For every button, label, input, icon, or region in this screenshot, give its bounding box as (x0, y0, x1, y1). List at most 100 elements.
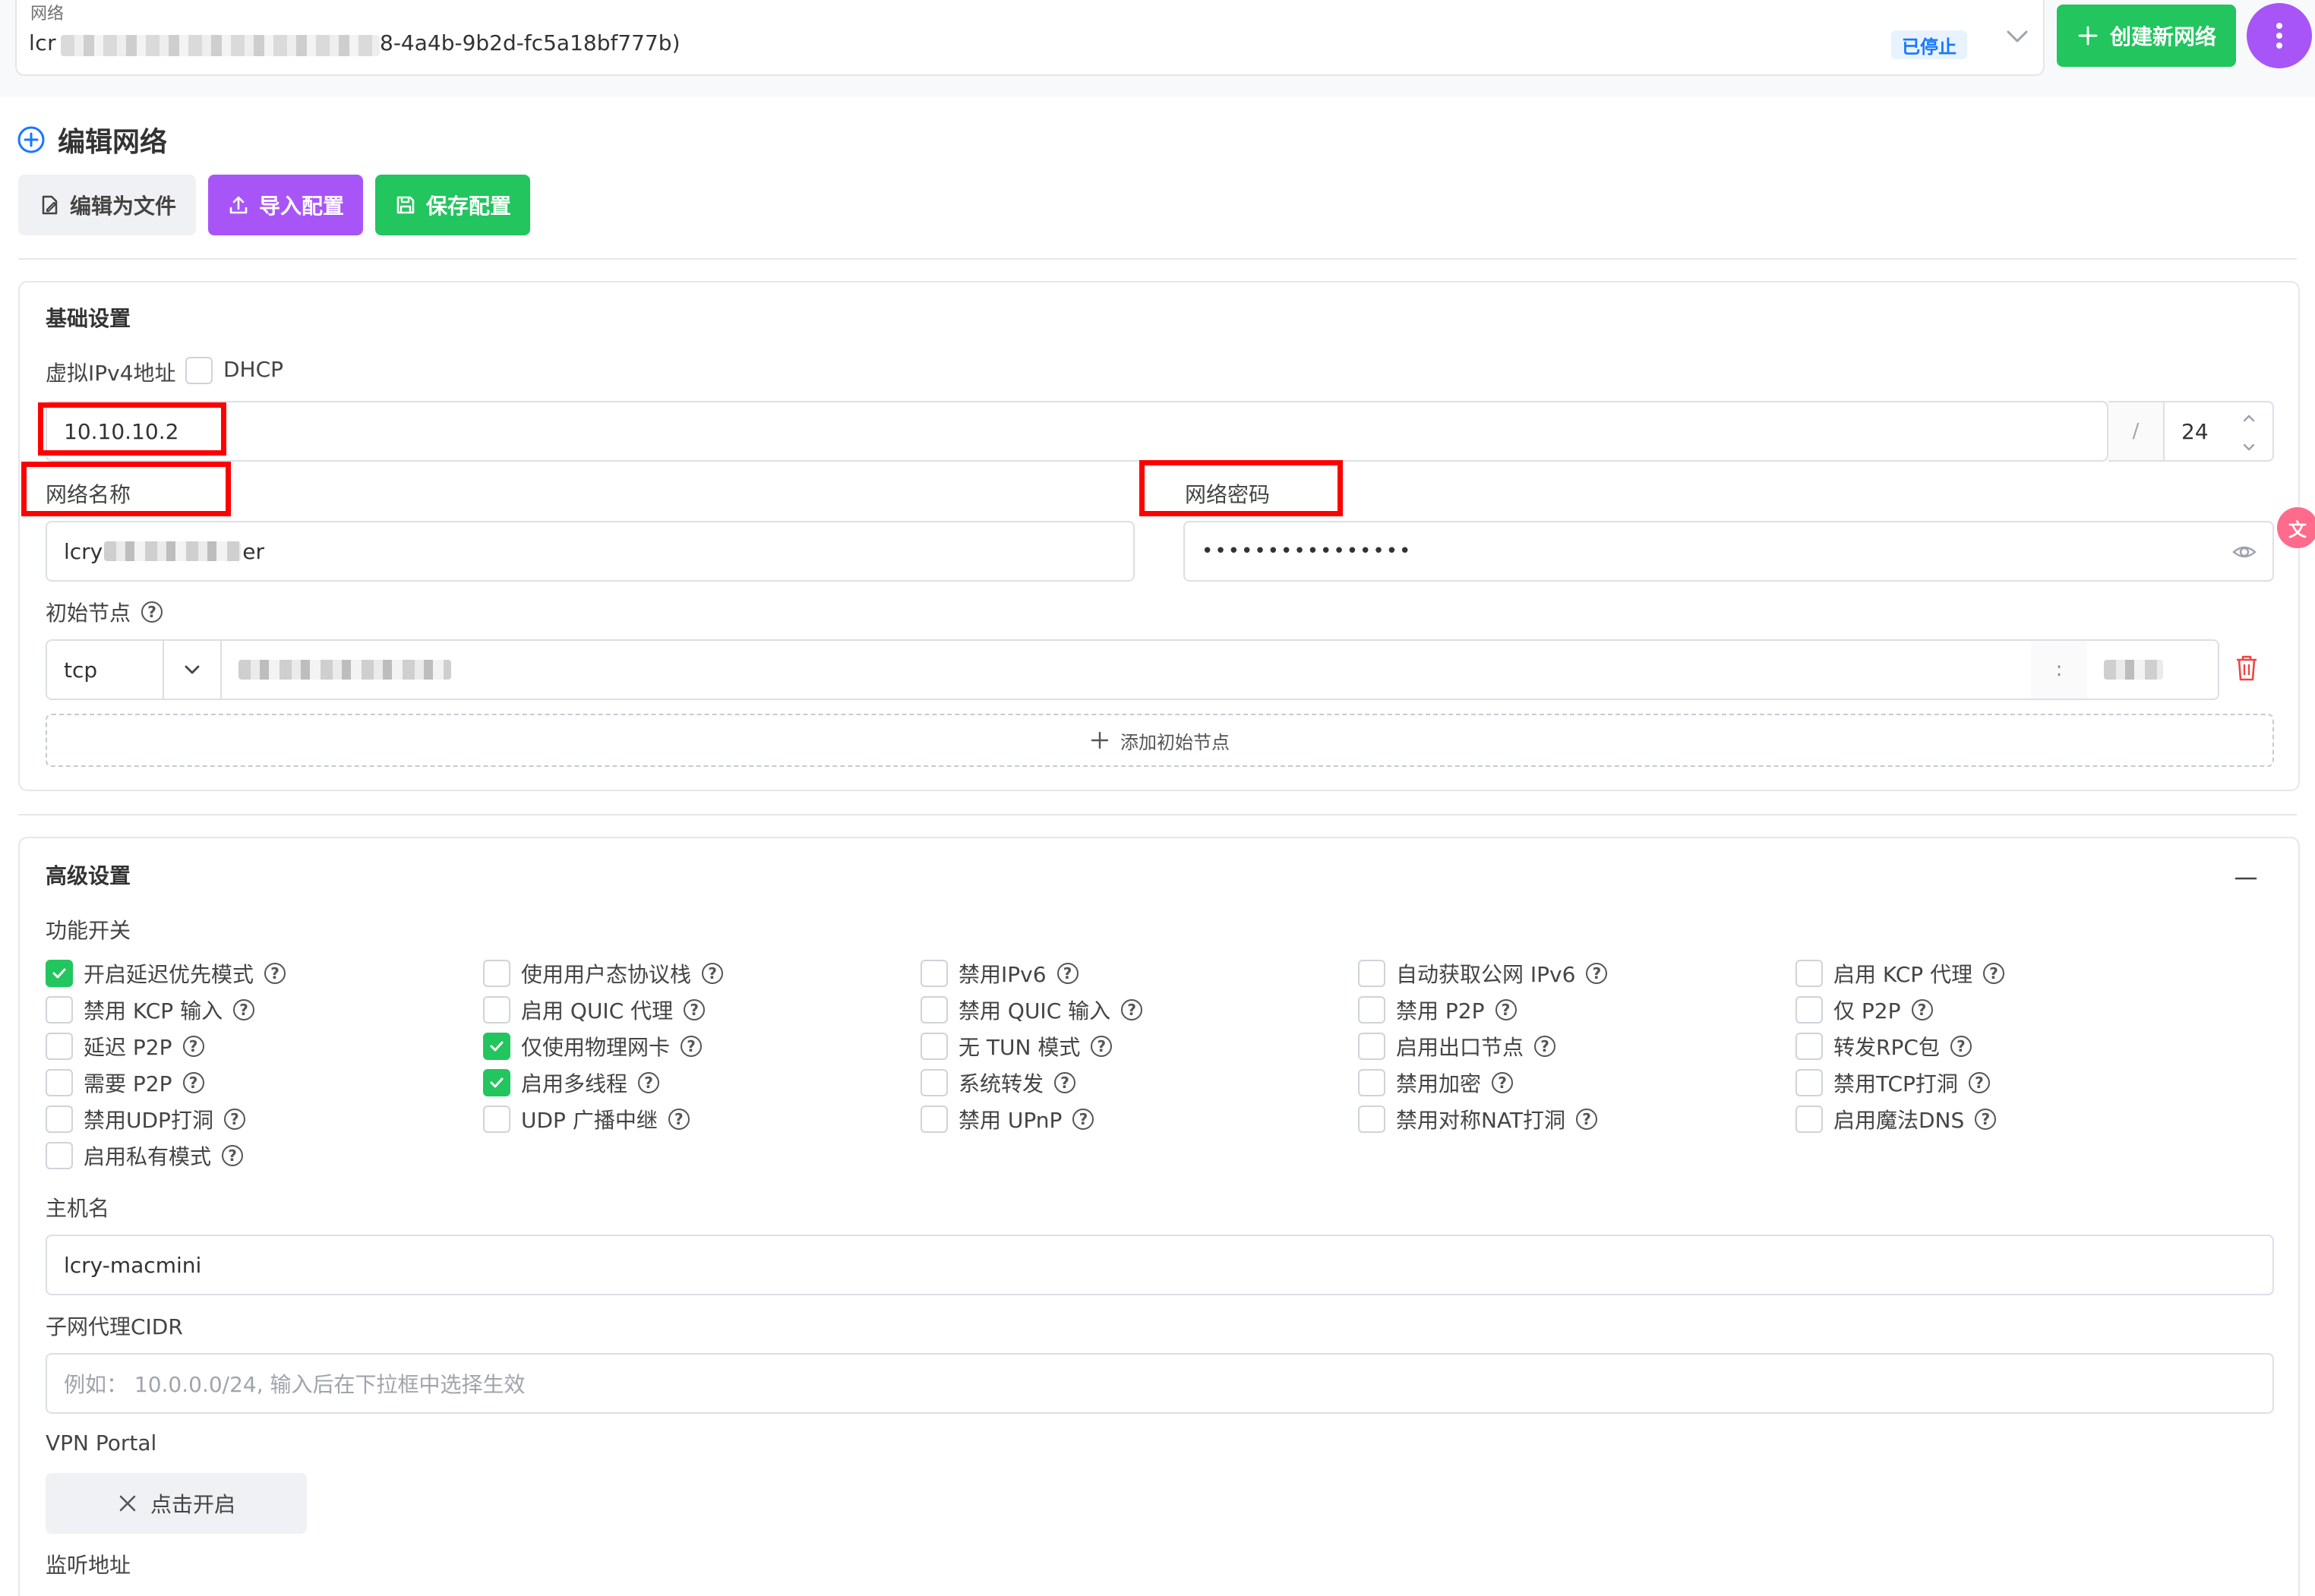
feature-checkbox[interactable] (46, 1033, 73, 1060)
protocol-select[interactable]: tcp (46, 639, 164, 700)
help-icon[interactable]: ? (1072, 1109, 1094, 1130)
feature-item[interactable]: 启用 QUIC 代理? (483, 995, 706, 1025)
subnet-cidr-input[interactable]: 例如： 10.0.0.0/24, 输入后在下拉框中选择生效 (46, 1353, 2274, 1414)
delete-icon[interactable] (2233, 653, 2260, 683)
help-icon[interactable]: ? (1492, 1072, 1514, 1093)
feature-item[interactable]: 无 TUN 模式? (921, 1031, 1113, 1061)
feature-checkbox[interactable] (921, 996, 948, 1024)
feature-item[interactable]: 禁用加密? (1358, 1068, 1514, 1098)
help-icon[interactable]: ? (1975, 1109, 1997, 1130)
feature-checkbox[interactable] (483, 1106, 510, 1133)
help-icon[interactable]: ? (1054, 1072, 1076, 1093)
feature-checkbox[interactable] (1795, 1033, 1823, 1060)
create-network-button[interactable]: 创建新网络 (2057, 5, 2236, 67)
feature-checkbox[interactable] (1795, 960, 1823, 987)
feature-checkbox[interactable] (1358, 996, 1385, 1024)
protocol-dropdown-button[interactable] (163, 639, 222, 700)
help-icon[interactable]: ? (264, 963, 286, 984)
feature-item[interactable]: 禁用UDP打洞? (46, 1104, 245, 1134)
help-icon[interactable]: ? (1495, 999, 1517, 1020)
chevron-down-icon[interactable] (2002, 21, 2032, 52)
feature-checkbox[interactable] (483, 1069, 510, 1096)
stepper-arrows-icon[interactable] (2239, 410, 2259, 456)
import-config-button[interactable]: 导入配置 (208, 175, 363, 235)
feature-item[interactable]: UDP 广播中继? (483, 1104, 690, 1134)
eye-icon[interactable] (2231, 539, 2257, 565)
feature-item[interactable]: 仅使用物理网卡? (483, 1031, 703, 1061)
help-icon[interactable]: ? (182, 1036, 204, 1057)
vpn-portal-enable-button[interactable]: 点击开启 (46, 1473, 307, 1534)
feature-checkbox[interactable] (46, 1106, 73, 1133)
feature-checkbox[interactable] (46, 960, 73, 987)
feature-item[interactable]: 启用 KCP 代理? (1795, 958, 2005, 989)
feature-item[interactable]: 禁用 KCP 输入? (46, 995, 255, 1025)
feature-checkbox[interactable] (46, 1069, 73, 1096)
hostname-input[interactable]: lcry-macmini (46, 1235, 2274, 1295)
feature-item[interactable]: 启用私有模式? (46, 1140, 244, 1171)
help-icon[interactable]: ? (1968, 1072, 1990, 1093)
help-icon[interactable]: ? (1950, 1036, 1972, 1057)
edit-as-file-button[interactable]: 编辑为文件 (18, 175, 196, 235)
help-icon[interactable]: ? (1911, 999, 1933, 1020)
feature-checkbox[interactable] (1795, 1069, 1823, 1096)
feature-item[interactable]: 仅 P2P? (1795, 995, 1933, 1025)
network-password-input[interactable]: •••••••••••••••• (1183, 521, 2274, 582)
help-icon[interactable]: ? (681, 1036, 703, 1057)
dhcp-checkbox[interactable] (185, 357, 213, 384)
feature-item[interactable]: 禁用 UPnP? (921, 1104, 1094, 1134)
help-icon[interactable]: ? (1534, 1036, 1556, 1057)
network-name-input[interactable]: lcry er (46, 521, 1135, 582)
feature-checkbox[interactable] (1795, 1106, 1823, 1133)
feature-item[interactable]: 开启延迟优先模式? (46, 958, 286, 989)
help-icon[interactable]: ? (702, 963, 724, 984)
help-icon[interactable]: ? (233, 999, 255, 1020)
help-icon[interactable]: ? (1091, 1036, 1113, 1057)
feature-item[interactable]: 启用多线程? (483, 1068, 660, 1098)
feature-checkbox[interactable] (1358, 1033, 1385, 1060)
feature-checkbox[interactable] (921, 1033, 948, 1060)
feature-checkbox[interactable] (921, 1069, 948, 1096)
feature-item[interactable]: 使用用户态协议栈? (483, 958, 724, 989)
feature-item[interactable]: 转发RPC包? (1795, 1031, 1972, 1061)
feature-checkbox[interactable] (1358, 1069, 1385, 1096)
feature-item[interactable]: 需要 P2P? (46, 1068, 204, 1098)
feature-checkbox[interactable] (1358, 1106, 1385, 1133)
help-icon[interactable]: ? (1056, 963, 1079, 984)
help-icon[interactable]: ? (182, 1072, 204, 1093)
feature-item[interactable]: 启用魔法DNS? (1795, 1104, 1997, 1134)
help-icon[interactable]: ? (222, 1145, 244, 1166)
help-icon[interactable]: ? (668, 1109, 690, 1130)
feature-checkbox[interactable] (46, 1142, 73, 1169)
feature-checkbox[interactable] (1358, 960, 1385, 987)
prefix-length-stepper[interactable]: 24 (2165, 401, 2274, 462)
node-port-input[interactable] (2087, 639, 2219, 700)
help-icon[interactable]: ? (141, 601, 163, 623)
save-config-button[interactable]: 保存配置 (375, 175, 530, 235)
help-icon[interactable]: ? (223, 1109, 245, 1130)
feature-item[interactable]: 禁用 QUIC 输入? (921, 995, 1143, 1025)
help-icon[interactable]: ? (684, 999, 706, 1020)
help-icon[interactable]: ? (1586, 963, 1608, 984)
help-icon[interactable]: ? (1576, 1109, 1598, 1130)
feature-checkbox[interactable] (483, 996, 510, 1024)
feature-item[interactable]: 自动获取公网 IPv6? (1358, 958, 1608, 989)
feature-item[interactable]: 禁用 P2P? (1358, 995, 1517, 1025)
feature-checkbox[interactable] (483, 960, 510, 987)
more-menu-button[interactable] (2247, 3, 2312, 68)
translate-icon[interactable]: 文 (2277, 507, 2315, 548)
ipv4-input[interactable]: 10.10.10.2 (46, 401, 2108, 462)
feature-item[interactable]: 禁用IPv6? (921, 958, 1079, 989)
collapse-icon[interactable] (2233, 866, 2259, 891)
feature-checkbox[interactable] (921, 1106, 948, 1133)
feature-item[interactable]: 系统转发? (921, 1068, 1076, 1098)
feature-checkbox[interactable] (921, 960, 948, 987)
node-host-input[interactable] (220, 639, 2032, 700)
feature-item[interactable]: 禁用对称NAT打洞? (1358, 1104, 1598, 1134)
help-icon[interactable]: ? (1983, 963, 2005, 984)
feature-checkbox[interactable] (46, 996, 73, 1024)
add-initial-node-button[interactable]: 添加初始节点 (46, 714, 2274, 767)
feature-checkbox[interactable] (483, 1033, 510, 1060)
help-icon[interactable]: ? (1121, 999, 1143, 1020)
feature-checkbox[interactable] (1795, 996, 1823, 1024)
feature-item[interactable]: 禁用TCP打洞? (1795, 1068, 1990, 1098)
